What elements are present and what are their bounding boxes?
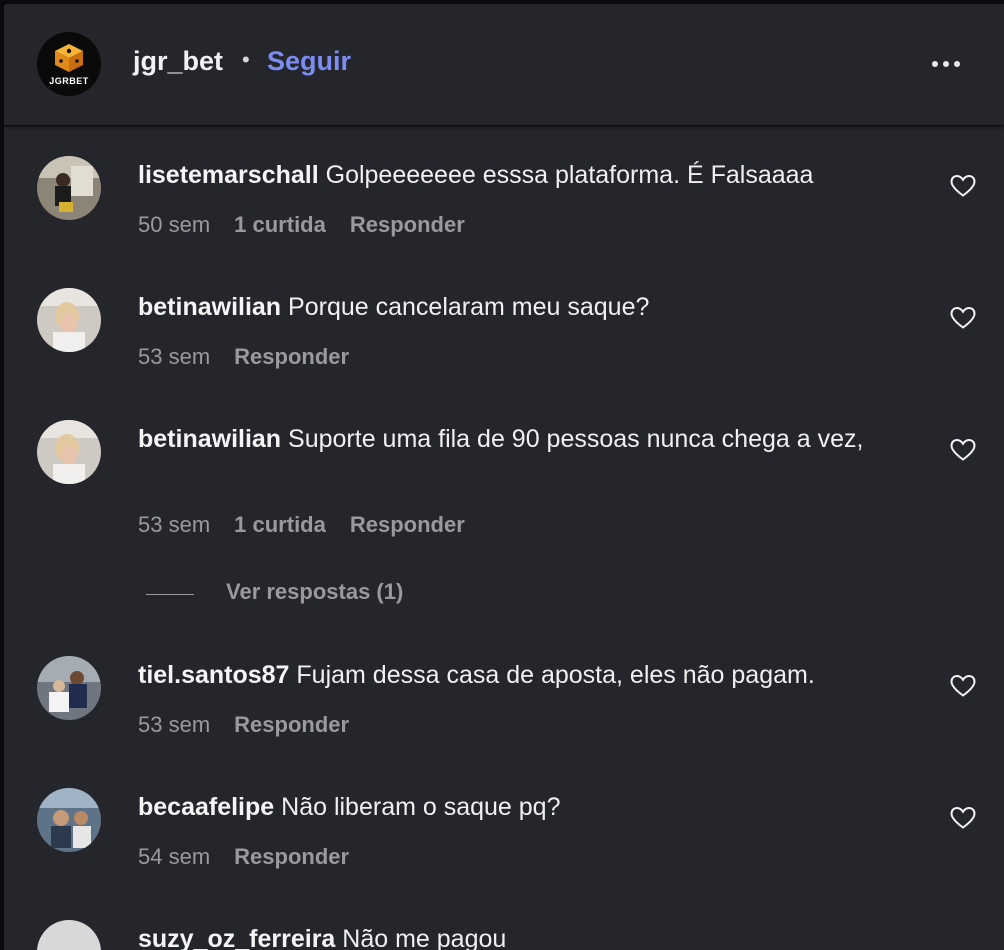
comment-body: Não me pagou xyxy=(342,925,507,950)
logo-text: JGRBET xyxy=(49,76,89,86)
comment-meta: 53 sem Responder xyxy=(138,344,349,370)
more-options-icon[interactable] xyxy=(926,54,966,74)
comment-username[interactable]: tiel.santos87 xyxy=(138,661,289,689)
comment-text: suzy_oz_ferreira Não me pagou xyxy=(138,921,918,950)
reply-button[interactable]: Responder xyxy=(350,512,465,537)
avatar[interactable] xyxy=(37,788,101,852)
separator-dot: • xyxy=(242,47,250,72)
comment-meta: 53 sem Responder xyxy=(138,712,349,738)
heart-icon[interactable] xyxy=(950,806,976,830)
comment-body: Golpeeeeeee esssa plataforma. É Falsaaaa xyxy=(325,161,814,189)
comment-text: betinawilian Porque cancelaram meu saque… xyxy=(138,289,918,325)
heart-icon[interactable] xyxy=(950,438,976,462)
comment-meta: 50 sem 1 curtida Responder xyxy=(138,212,465,238)
comment-text: lisetemarschall Golpeeeeeee esssa plataf… xyxy=(138,157,918,193)
reply-button[interactable]: Responder xyxy=(350,212,465,237)
comment-body: Porque cancelaram meu saque? xyxy=(288,293,650,321)
comment-time[interactable]: 50 sem xyxy=(138,212,210,237)
comment-body: Não liberam o saque pq? xyxy=(281,793,561,821)
comment-username[interactable]: becaafelipe xyxy=(138,793,274,821)
comments-panel: JGRBET jgr_bet • Seguir lisetemarschall … xyxy=(4,4,1004,950)
comment-username[interactable]: lisetemarschall xyxy=(138,161,319,189)
replies-divider xyxy=(146,594,194,595)
avatar[interactable] xyxy=(37,656,101,720)
avatar[interactable] xyxy=(37,420,101,484)
reply-button[interactable]: Responder xyxy=(234,844,349,869)
comment-time[interactable]: 53 sem xyxy=(138,712,210,737)
comment-text: becaafelipe Não liberam o saque pq? xyxy=(138,789,918,825)
comment-username[interactable]: betinawilian xyxy=(138,293,281,321)
comment-body: Fujam dessa casa de aposta, eles não pag… xyxy=(296,661,815,689)
comment-text: tiel.santos87 Fujam dessa casa de aposta… xyxy=(138,657,918,693)
view-replies-label[interactable]: Ver respostas (1) xyxy=(226,579,403,605)
comment-body: Suporte uma fila de 90 pessoas nunca che… xyxy=(288,425,864,453)
follow-button[interactable]: Seguir xyxy=(267,46,351,77)
avatar[interactable] xyxy=(37,288,101,352)
comment-time[interactable]: 53 sem xyxy=(138,512,210,537)
reply-button[interactable]: Responder xyxy=(234,712,349,737)
account-username[interactable]: jgr_bet xyxy=(133,46,223,77)
comment-meta: 53 sem 1 curtida Responder xyxy=(138,512,465,538)
comment-username[interactable]: betinawilian xyxy=(138,425,281,453)
comment-text: betinawilian Suporte uma fila de 90 pess… xyxy=(138,421,918,457)
heart-icon[interactable] xyxy=(950,174,976,198)
reply-button[interactable]: Responder xyxy=(234,344,349,369)
comment-likes[interactable]: 1 curtida xyxy=(234,512,326,537)
comment-meta: 54 sem Responder xyxy=(138,844,349,870)
comment-time[interactable]: 53 sem xyxy=(138,344,210,369)
avatar[interactable] xyxy=(37,920,101,950)
comment-username[interactable]: suzy_oz_ferreira xyxy=(138,925,335,950)
heart-icon[interactable] xyxy=(950,674,976,698)
comment-time[interactable]: 54 sem xyxy=(138,844,210,869)
avatar[interactable] xyxy=(37,156,101,220)
account-avatar[interactable]: JGRBET xyxy=(37,32,101,96)
heart-icon[interactable] xyxy=(950,306,976,330)
comment-likes[interactable]: 1 curtida xyxy=(234,212,326,237)
jgrbet-logo-icon xyxy=(55,44,83,72)
post-header: JGRBET jgr_bet • Seguir xyxy=(4,4,1004,126)
